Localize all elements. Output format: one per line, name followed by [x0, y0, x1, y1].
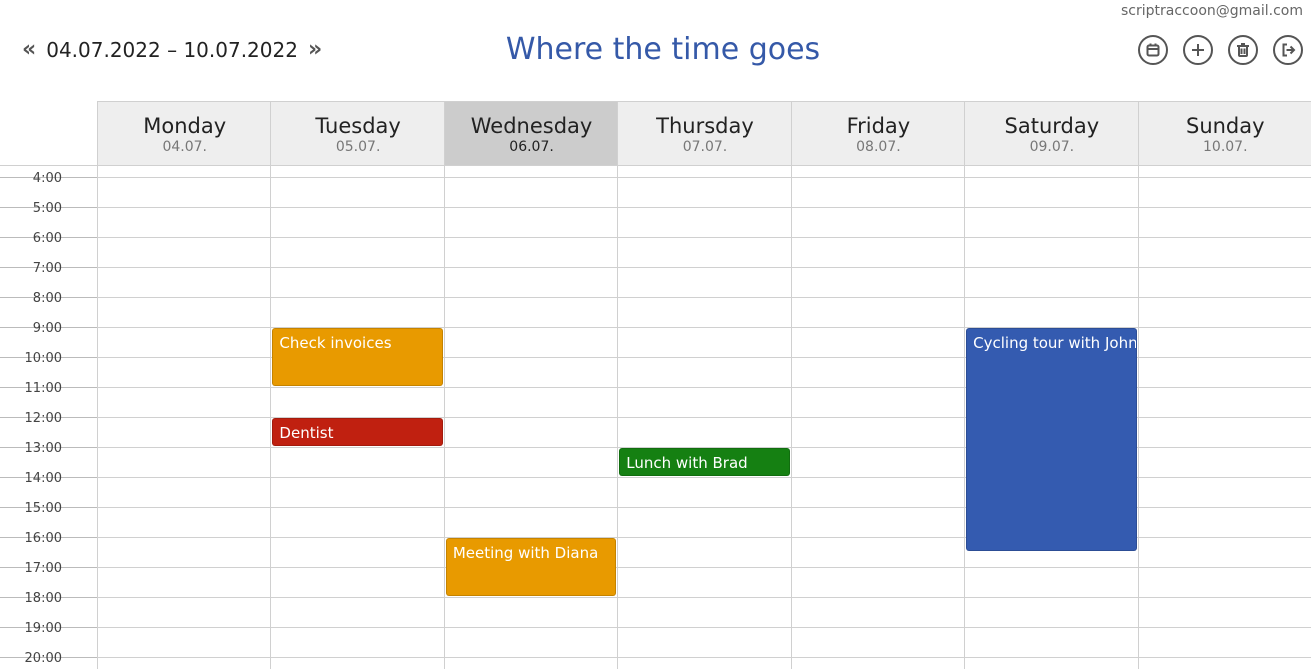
calendar-event[interactable]: Meeting with Diana	[445, 538, 617, 596]
day-column-divider	[617, 165, 619, 669]
day-name: Saturday	[1004, 114, 1100, 138]
add-event-icon[interactable]	[1183, 35, 1213, 65]
day-header-thursday: Thursday 07.07.	[617, 101, 792, 165]
calendar-event[interactable]: Check invoices	[272, 328, 443, 386]
grid-top-line	[0, 165, 1311, 166]
day-column-divider	[1137, 165, 1139, 669]
calendar-event[interactable]: Cycling tour with John	[966, 328, 1137, 551]
day-header-friday: Friday 08.07.	[790, 101, 966, 165]
hour-label: 12:00	[24, 411, 62, 426]
day-name: Sunday	[1185, 114, 1265, 138]
day-date: 09.07.	[1029, 139, 1075, 155]
toolbar	[1138, 35, 1303, 65]
day-name: Friday	[846, 114, 911, 138]
delete-icon[interactable]	[1228, 35, 1258, 65]
hour-label: 7:00	[32, 261, 62, 276]
day-header-monday: Monday 04.07.	[97, 101, 272, 165]
day-column-divider	[270, 165, 272, 669]
hour-gridline	[97, 567, 1311, 568]
day-headers: Monday 04.07. Tuesday 05.07. Wednesday 06.07.…	[97, 101, 1311, 165]
hour-label: 13:00	[24, 441, 62, 456]
hour-gridline	[97, 237, 1311, 238]
day-column-divider	[443, 165, 445, 669]
calendar-grid: 4:00 5:00 6:00 7:00 8:00 9:00 10:00 11:00 12:00 1…	[0, 165, 1311, 669]
hour-gridline	[97, 597, 1311, 598]
hour-label: 11:00	[24, 381, 62, 396]
day-header-saturday: Saturday 09.07.	[964, 101, 1139, 165]
hour-label: 15:00	[24, 501, 62, 516]
logout-icon[interactable]	[1273, 35, 1303, 65]
day-date: 05.07.	[335, 139, 381, 155]
hour-gridline	[97, 207, 1311, 208]
hour-label: 19:00	[24, 621, 62, 636]
day-name: Wednesday	[470, 114, 593, 138]
calendar-event[interactable]: Dentist	[272, 418, 443, 446]
hour-label: 14:00	[24, 471, 62, 486]
hour-label: 5:00	[32, 201, 62, 216]
day-header-tuesday: Tuesday 05.07.	[270, 101, 445, 165]
hour-label: 4:00	[32, 171, 62, 186]
hour-gridline	[97, 297, 1311, 298]
day-header-wednesday: Wednesday 06.07.	[443, 101, 619, 165]
hour-label: 6:00	[32, 231, 62, 246]
calendar-event[interactable]: Lunch with Brad	[619, 448, 790, 476]
hour-label: 17:00	[24, 561, 62, 576]
day-date: 07.07.	[682, 139, 728, 155]
hour-gridline	[97, 177, 1311, 178]
hour-label: 18:00	[24, 591, 62, 606]
hour-gridline	[97, 267, 1311, 268]
hour-label: 9:00	[32, 321, 62, 336]
hour-label: 8:00	[32, 291, 62, 306]
day-name: Tuesday	[315, 114, 401, 138]
hour-gridline	[97, 627, 1311, 628]
day-column-divider	[964, 165, 966, 669]
page-title: Where the time goes	[505, 32, 821, 67]
day-date: 10.07.	[1203, 139, 1248, 155]
day-column-divider	[97, 165, 98, 669]
hour-label: 10:00	[24, 351, 62, 366]
day-name: Thursday	[656, 114, 754, 138]
day-name: Monday	[143, 114, 227, 138]
calendar-today-icon[interactable]	[1138, 35, 1168, 65]
hour-gridline	[97, 657, 1311, 658]
user-email: scriptraccoon@gmail.com	[1121, 3, 1303, 19]
day-date: 08.07.	[856, 139, 901, 155]
hour-label: 16:00	[24, 531, 62, 546]
day-header-sunday: Sunday 10.07.	[1137, 101, 1311, 165]
day-column-divider	[790, 165, 792, 669]
day-date: 04.07.	[162, 139, 207, 155]
day-date: 06.07.	[509, 139, 554, 155]
hour-label: 20:00	[24, 651, 62, 666]
